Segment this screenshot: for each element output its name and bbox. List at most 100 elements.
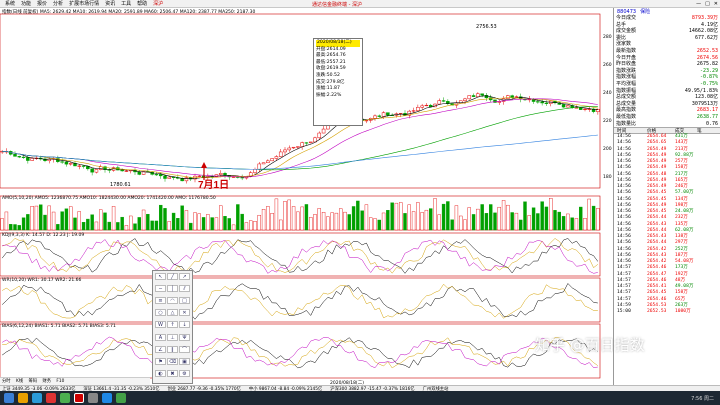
quote-label: 最新指数: [616, 47, 637, 54]
line-tool-icon[interactable]: ╱: [167, 273, 178, 280]
quote-value: 8793.39万: [691, 15, 718, 21]
explorer-icon[interactable]: [18, 393, 28, 403]
excel-icon[interactable]: [116, 393, 126, 403]
market-tab[interactable]: 深沪: [150, 0, 166, 7]
volume-bar: [309, 217, 313, 231]
menu-item-analysis[interactable]: 分析: [50, 0, 66, 7]
up-arrow-tool-icon[interactable]: ↑: [167, 321, 178, 329]
candle-body: [270, 158, 274, 162]
word-icon[interactable]: [102, 393, 112, 403]
volume-bar: [531, 207, 536, 231]
folder-icon[interactable]: [88, 393, 98, 403]
volume-bar: [94, 221, 99, 231]
text-tool-icon[interactable]: A: [155, 333, 166, 341]
volume-bar: [467, 207, 471, 231]
menu-item-system[interactable]: 系统: [2, 0, 18, 7]
candle-body: [278, 151, 283, 157]
gann-tool-icon[interactable]: ✕: [179, 309, 190, 317]
volume-bar: [313, 214, 317, 231]
volume-bar: [81, 222, 86, 231]
quote-value: -0.87%: [699, 74, 718, 81]
pitchfork-tool-icon[interactable]: Ψ: [179, 333, 190, 341]
cursor-tool-icon[interactable]: ↖: [155, 273, 166, 280]
start-icon[interactable]: [4, 393, 14, 403]
cycle-tool-icon[interactable]: ⌒: [179, 345, 190, 353]
volume-bar: [433, 198, 437, 231]
menu-item-extended-market[interactable]: 扩展市场行情: [66, 0, 102, 7]
hline-tool-icon[interactable]: ─: [155, 285, 166, 293]
quote-value: 677.62万: [694, 34, 718, 41]
delete-tool-icon[interactable]: ✖: [167, 369, 178, 377]
menu-item-help[interactable]: 帮助: [134, 0, 150, 7]
volume-bar: [201, 217, 206, 231]
taskbar: 7:56 周二: [0, 391, 720, 405]
chart-area[interactable]: 指数(日线 前复权) MA5: 2629.42 MA10: 2619.94 MA…: [0, 8, 612, 385]
settings-tool-icon[interactable]: ⚙: [179, 369, 190, 377]
volume-bar: [450, 219, 454, 231]
wechat-icon[interactable]: [60, 393, 70, 403]
channel-tool-icon[interactable]: ⫽: [179, 285, 190, 293]
volume-bar: [489, 204, 493, 231]
candle-body: [30, 158, 34, 161]
triangle-tool-icon[interactable]: △: [167, 309, 178, 317]
minimize-icon[interactable]: —: [696, 1, 701, 7]
candle-body: [420, 105, 424, 108]
fib-tool-icon[interactable]: ≡: [155, 297, 166, 305]
volume-bar: [296, 211, 300, 231]
volume-bar: [206, 214, 210, 231]
volume-bar: [424, 209, 429, 231]
volume-bar: [43, 214, 47, 231]
rect-tool-icon[interactable]: □: [179, 297, 190, 305]
trades-list[interactable]: 14:56 2654.64 431万 14:56 2654.65 143万 14:56 265…: [614, 134, 720, 315]
volume-bar: [99, 209, 103, 231]
candle-body: [561, 104, 566, 108]
axis-tick-label: 2600: [603, 62, 612, 68]
app-icon[interactable]: [46, 393, 56, 403]
close-icon[interactable]: ✕: [714, 1, 718, 7]
maximize-icon[interactable]: □: [705, 1, 710, 7]
eraser-tool-icon[interactable]: ⌫: [167, 357, 178, 365]
down-arrow-tool-icon[interactable]: ↓: [179, 321, 190, 329]
volume-bar: [484, 213, 489, 231]
flag-tool-icon[interactable]: ⚑: [155, 357, 166, 365]
taskbar-clock: 7:56 周二: [691, 395, 714, 402]
parallel-tool-icon[interactable]: ∥: [167, 345, 178, 353]
lock-tool-icon[interactable]: ▣: [179, 357, 190, 365]
volume-bar: [587, 198, 591, 231]
tab-kline[interactable]: K线: [14, 379, 25, 384]
volume-bar: [270, 213, 274, 231]
arc-tool-icon[interactable]: ◠: [167, 297, 178, 305]
volume-bar: [193, 212, 197, 231]
tab-chips[interactable]: 筹码: [26, 379, 39, 384]
candle-body: [291, 146, 296, 149]
volume-bar: [86, 218, 90, 231]
candle-body: [416, 107, 420, 111]
ray-tool-icon[interactable]: ↗: [179, 273, 190, 280]
axis-tick-label: 2800: [603, 34, 612, 40]
volume-bar: [21, 217, 26, 231]
volume-bar: [300, 206, 304, 231]
menu-item-news[interactable]: 资讯: [102, 0, 118, 7]
candle-body: [317, 132, 322, 139]
candle-body: [163, 175, 167, 179]
tab-fenshi[interactable]: 分时: [0, 379, 13, 384]
vol-indicator-label: AMO(5,10,20) AMO5: 1236870.75 AMO10: 182…: [2, 196, 216, 201]
hide-tool-icon[interactable]: ◐: [155, 369, 166, 377]
vline-tool-icon[interactable]: │: [167, 285, 178, 293]
tab-f10[interactable]: F10: [54, 379, 66, 384]
volume-bar: [56, 224, 60, 231]
period-tool-icon[interactable]: ⊥: [167, 333, 178, 341]
menu-item-function[interactable]: 功能: [18, 0, 34, 7]
angle-tool-icon[interactable]: ∠: [155, 345, 166, 353]
menu-item-tools[interactable]: 工具: [118, 0, 134, 7]
menu-item-quote[interactable]: 报价: [34, 0, 50, 7]
wave-tool-icon[interactable]: W: [155, 321, 166, 329]
circle-tool-icon[interactable]: ○: [155, 309, 166, 317]
browser-icon[interactable]: [32, 393, 42, 403]
tdx-icon[interactable]: [74, 393, 84, 403]
quote-row: 昨日收盘 2675.82: [614, 61, 720, 68]
kdj-indicator-label: KDJ(9,3,3) K: 14.57 D: 12.23 J: 19.09: [2, 233, 85, 238]
bottom-tabs: 分时 K线 筹码 财务 F10: [0, 377, 150, 385]
tab-finance[interactable]: 财务: [40, 379, 53, 384]
candle-body: [386, 112, 390, 116]
